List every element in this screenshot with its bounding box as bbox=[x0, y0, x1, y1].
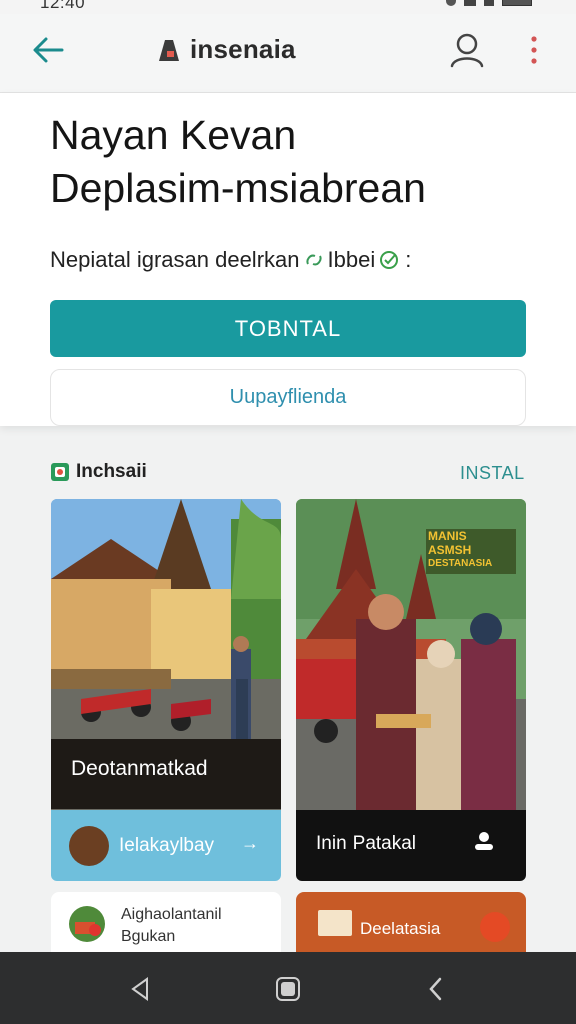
mini-card-2[interactable]: Deelatasia bbox=[296, 892, 526, 952]
app-logo-icon bbox=[159, 39, 179, 61]
section-label-text: Inchsaii bbox=[76, 461, 147, 482]
hero-title-line1: Nayan Kevan bbox=[50, 112, 297, 158]
status-time: 12:40 bbox=[40, 0, 86, 12]
check-circle-icon bbox=[380, 251, 399, 269]
poster-line2: ASMSH bbox=[428, 543, 472, 557]
content-card-2[interactable]: MANIS ASMSH DESTANASIA Inin Patakal bbox=[296, 499, 526, 881]
card-caption: Deotanmatkad bbox=[71, 757, 208, 780]
hero-subtitle-text: Nepiatal igrasan deelrkan bbox=[50, 247, 300, 272]
poster-line3: DESTANASIA bbox=[428, 558, 493, 569]
hero-card: Nayan Kevan Deplasim-msiabrean Nepiatal … bbox=[0, 93, 576, 426]
app-title: insenaia bbox=[190, 34, 296, 64]
status-bar: 12:40 bbox=[0, 0, 576, 14]
section-label: Inchsaii bbox=[50, 461, 147, 483]
status-icons bbox=[446, 0, 532, 6]
app-brand: insenaia bbox=[156, 34, 296, 65]
mini-card-1[interactable]: Aighaolantanil Bgukan bbox=[51, 892, 281, 952]
card-footer-label: Patakal bbox=[352, 833, 417, 854]
hero-subtitle: Nepiatal igrasan deelrkan Ibbei : bbox=[50, 247, 411, 273]
system-nav-bar bbox=[0, 952, 576, 1024]
mini-card-1-text: Aighaolantanil Bgukan bbox=[121, 904, 222, 948]
avatar bbox=[69, 826, 109, 866]
app-icon bbox=[51, 463, 69, 481]
signal-icon-2 bbox=[484, 0, 494, 6]
arrow-right-icon[interactable]: → bbox=[241, 833, 259, 854]
section-action-link[interactable]: INSTAL bbox=[460, 463, 525, 484]
wifi-icon bbox=[446, 0, 456, 6]
hero-title: Nayan Kevan Deplasim-msiabrean bbox=[50, 109, 550, 215]
chevron-left-icon[interactable] bbox=[421, 974, 451, 1004]
primary-button[interactable]: TOBNTAL bbox=[50, 300, 526, 357]
triangle-back-icon[interactable] bbox=[125, 974, 155, 1004]
ticket-icon bbox=[318, 910, 352, 936]
poster-title: MANIS ASMSH DESTANASIA bbox=[428, 529, 514, 571]
mini-card-2-text: Deelatasia bbox=[360, 919, 441, 938]
card-footer-prefix: Inin bbox=[316, 833, 347, 854]
more-vert-icon[interactable] bbox=[526, 34, 542, 68]
signal-icon bbox=[464, 0, 476, 6]
card-footer-label: Ielakaylbay bbox=[119, 835, 215, 856]
colon-text: : bbox=[405, 247, 412, 272]
bag-icon bbox=[69, 906, 105, 942]
mini-card-1-line2: Bgukan bbox=[121, 928, 176, 945]
user-icon[interactable] bbox=[472, 829, 496, 853]
back-arrow-icon[interactable] bbox=[26, 32, 70, 68]
mini-card-1-line1: Aighaolantanil bbox=[121, 906, 222, 923]
battery-icon bbox=[502, 0, 532, 6]
profile-icon[interactable] bbox=[448, 30, 486, 70]
content-card-1[interactable]: Deotanmatkad Ielakaylbay → bbox=[51, 499, 281, 881]
app-bar: insenaia bbox=[0, 14, 576, 93]
card-footer-label-group: Inin Patakal bbox=[316, 833, 416, 855]
badge-icon bbox=[480, 912, 510, 942]
hero-title-line2: Deplasim-msiabrean bbox=[50, 165, 426, 211]
link-icon bbox=[306, 254, 321, 266]
hero-subtitle-suffix: Ibbei bbox=[327, 247, 376, 272]
secondary-button[interactable]: Uupayflienda bbox=[50, 369, 526, 426]
poster-line1: MANIS bbox=[428, 529, 467, 543]
square-home-icon[interactable] bbox=[273, 974, 303, 1004]
